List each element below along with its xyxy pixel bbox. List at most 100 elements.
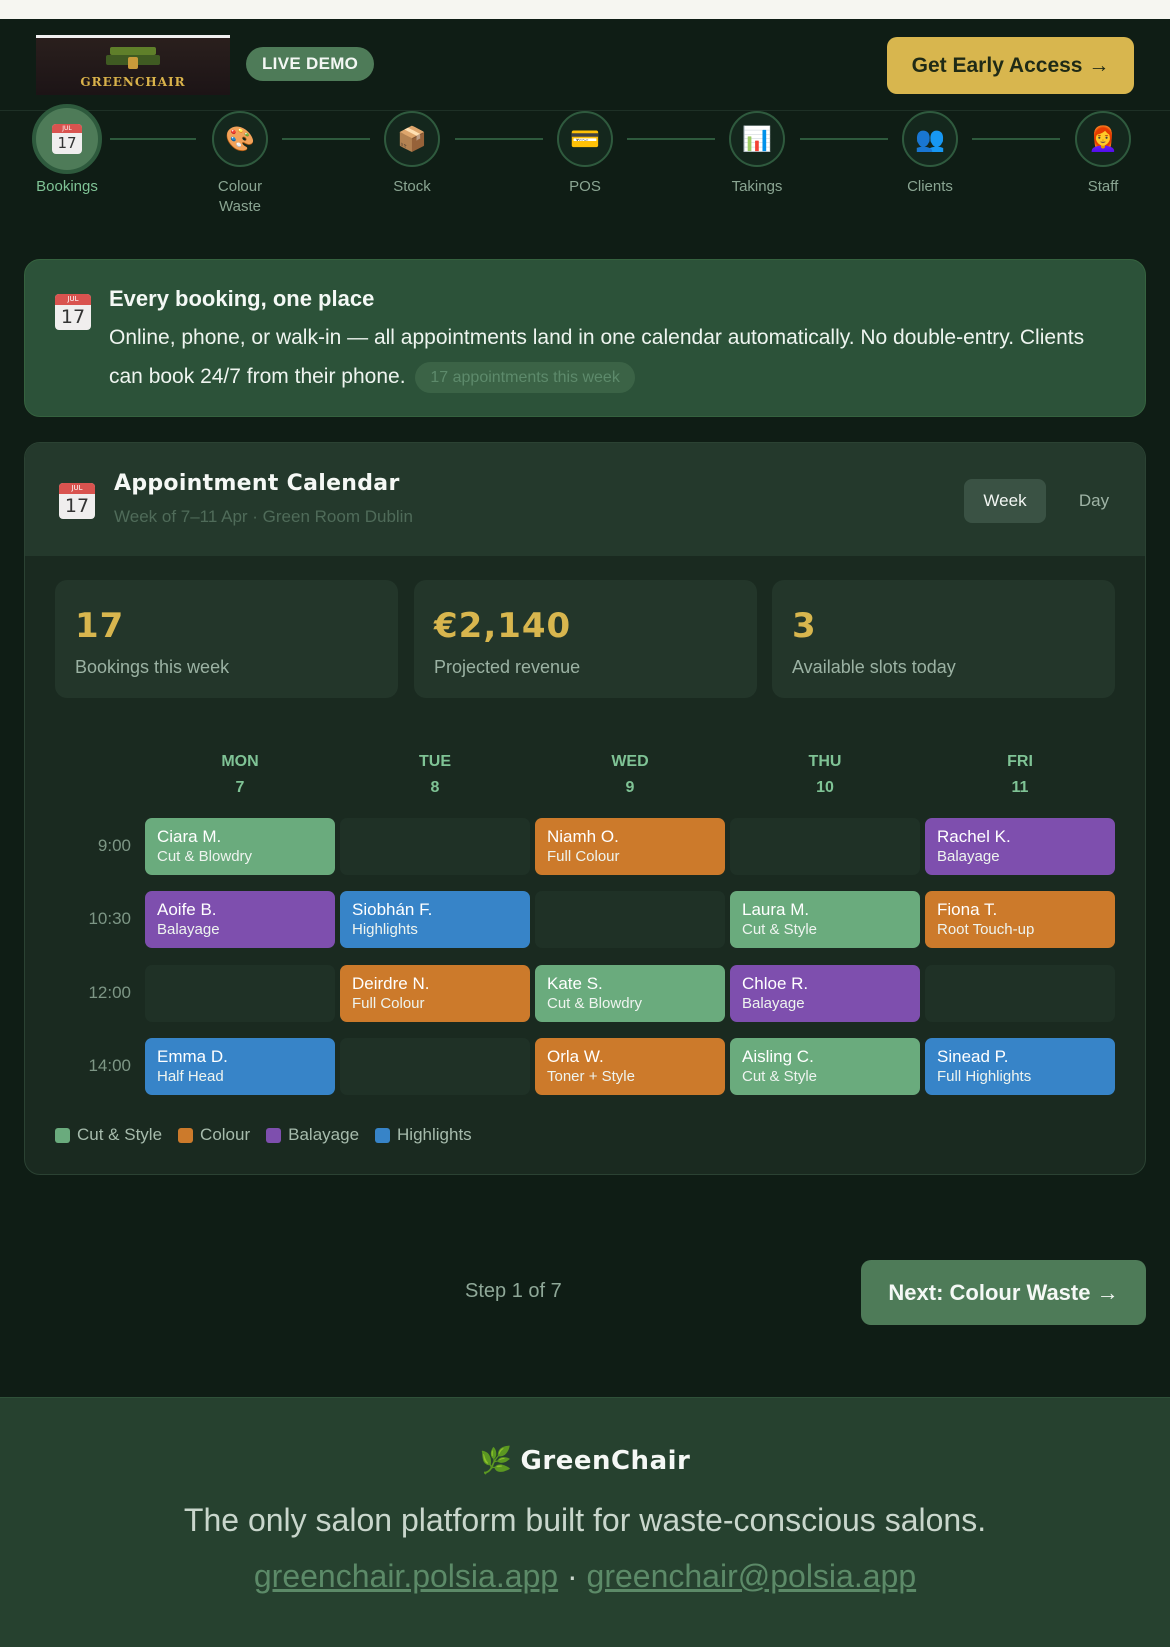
stylist-icon: 👩‍🦰 — [1075, 111, 1131, 167]
day-number: 11 — [1011, 779, 1029, 796]
calendar-icon: JUL 17 — [59, 483, 95, 519]
step-progress: JUL 17 Bookings 🎨 Colour Waste 📦 Stock 💳… — [0, 104, 1170, 221]
step-label: Colour Waste — [217, 178, 263, 215]
step-connector — [282, 138, 370, 140]
day-header-fri: FRI 11 — [925, 749, 1115, 801]
appointment-card[interactable]: Rachel K. Balayage — [925, 818, 1115, 875]
stat-available-slots: 3 Available slots today — [772, 580, 1115, 698]
appointment-card[interactable]: Aisling C. Cut & Style — [730, 1038, 920, 1095]
step-clients[interactable]: 👥 Clients — [880, 111, 980, 197]
live-demo-badge: LIVE DEMO — [246, 47, 375, 81]
service-name: Highlights — [352, 921, 418, 938]
header: GREENCHAIR LIVE DEMO Get Early Access → — [0, 19, 1170, 111]
service-name: Half Head — [157, 1068, 224, 1085]
appointment-card[interactable]: Niamh O. Full Colour — [535, 818, 725, 875]
site-link[interactable]: greenchair.polsia.app — [254, 1558, 558, 1594]
empty-slot[interactable] — [340, 818, 530, 875]
step-bookings[interactable]: JUL 17 Bookings — [17, 104, 117, 197]
step-staff[interactable]: 👩‍🦰 Staff — [1053, 111, 1153, 197]
day-header-tue: TUE 8 — [340, 749, 530, 801]
legend-swatch — [55, 1127, 70, 1143]
legend-label: Cut & Style — [77, 1125, 163, 1144]
step-counter: Step 1 of 7 — [465, 1280, 562, 1302]
logo-text: GREENCHAIR — [80, 74, 186, 89]
service-name: Full Colour — [547, 848, 620, 865]
people-icon: 👥 — [902, 111, 958, 167]
step-connector — [627, 138, 715, 140]
empty-slot[interactable] — [145, 965, 335, 1022]
appointment-card[interactable]: Kate S. Cut & Blowdry — [535, 965, 725, 1022]
legend-item: Cut & Style — [55, 1125, 162, 1145]
next-step-button[interactable]: Next: Colour Waste → — [861, 1260, 1146, 1325]
appointment-card[interactable]: Ciara M. Cut & Blowdry — [145, 818, 335, 875]
day-header-wed: WED 9 — [535, 749, 725, 801]
footer-tagline: The only salon platform built for waste-… — [183, 1502, 987, 1538]
email-link[interactable]: greenchair@polsia.app — [587, 1558, 917, 1594]
step-takings[interactable]: 📊 Takings — [707, 111, 807, 197]
service-name: Full Colour — [352, 995, 425, 1012]
service-name: Balayage — [742, 995, 805, 1012]
palette-icon: 🎨 — [212, 111, 268, 167]
appointment-card[interactable]: Laura M. Cut & Style — [730, 891, 920, 948]
brand-name: GreenChair — [520, 1446, 691, 1476]
calendar-header: JUL 17 Appointment Calendar Week of 7–11… — [25, 443, 1145, 556]
day-name: FRI — [1007, 753, 1033, 770]
appointment-card[interactable]: Chloe R. Balayage — [730, 965, 920, 1022]
legend-swatch — [375, 1127, 391, 1143]
leaf-icon: 🌿 — [479, 1446, 513, 1476]
empty-slot[interactable] — [730, 818, 920, 875]
empty-slot[interactable] — [925, 965, 1115, 1022]
service-name: Root Touch-up — [937, 921, 1035, 938]
day-view-button[interactable]: Day — [1054, 479, 1134, 523]
stat-caption: Available slots today — [792, 657, 956, 677]
legend-item: Balayage — [266, 1125, 359, 1145]
get-early-access-button[interactable]: Get Early Access → — [887, 37, 1134, 94]
step-stock[interactable]: 📦 Stock — [362, 111, 462, 197]
appointment-card[interactable]: Emma D. Half Head — [145, 1038, 335, 1095]
step-label: POS — [569, 178, 601, 195]
client-name: Deirdre N. — [352, 974, 430, 993]
step-label: Takings — [731, 178, 783, 195]
day-number: 10 — [816, 779, 834, 796]
bar-chart-icon: 📊 — [729, 111, 785, 167]
week-view-button[interactable]: Week — [964, 479, 1046, 523]
appointment-card[interactable]: Orla W. Toner + Style — [535, 1038, 725, 1095]
step-colour-waste[interactable]: 🎨 Colour Waste — [190, 111, 290, 217]
footer: 🌿 GreenChair The only salon platform buil… — [0, 1397, 1170, 1647]
empty-slot[interactable] — [340, 1038, 530, 1095]
day-name: TUE — [419, 753, 451, 770]
legend-swatch — [266, 1127, 282, 1143]
day-name: THU — [808, 753, 842, 770]
service-name: Full Highlights — [937, 1068, 1032, 1085]
calendar-title: Appointment Calendar — [114, 471, 400, 496]
legend-label: Balayage — [288, 1125, 360, 1144]
logo[interactable]: GREENCHAIR — [36, 35, 230, 95]
stat-revenue: €2,140 Projected revenue — [414, 580, 757, 698]
calendar-icon-month: JUL — [59, 483, 95, 494]
appointment-card[interactable]: Fiona T. Root Touch-up — [925, 891, 1115, 948]
intro-card: JUL 17 Every booking, one place Online, … — [24, 259, 1146, 417]
stat-bookings: 17 Bookings this week — [55, 580, 398, 698]
calendar-legend: Cut & Style Colour Balayage Highlights — [55, 1125, 472, 1145]
service-name: Cut & Blowdry — [157, 848, 253, 865]
calendar-icon-month: JUL — [55, 294, 91, 305]
day-header-mon: MON 7 — [145, 749, 335, 801]
stat-value: 3 — [792, 606, 817, 646]
appointment-card[interactable]: Deirdre N. Full Colour — [340, 965, 530, 1022]
step-pos[interactable]: 💳 POS — [535, 111, 635, 197]
appointment-card[interactable]: Siobhán F. Highlights — [340, 891, 530, 948]
calendar-icon-month: JUL — [52, 124, 82, 133]
day-number: 8 — [430, 779, 440, 796]
time-label: 14:00 — [88, 1056, 131, 1075]
legend-swatch — [178, 1127, 194, 1143]
appointments-count-pill: 17 appointments this week — [415, 361, 635, 393]
client-name: Chloe R. — [742, 974, 809, 993]
day-name: WED — [611, 753, 649, 770]
appointment-card[interactable]: Aoife B. Balayage — [145, 891, 335, 948]
appointment-card[interactable]: Sinead P. Full Highlights — [925, 1038, 1115, 1095]
calendar-icon-day: 17 — [64, 495, 90, 517]
empty-slot[interactable] — [535, 891, 725, 948]
stat-caption: Bookings this week — [75, 657, 230, 677]
step-connector — [800, 138, 888, 140]
link-separator: · — [566, 1558, 578, 1594]
